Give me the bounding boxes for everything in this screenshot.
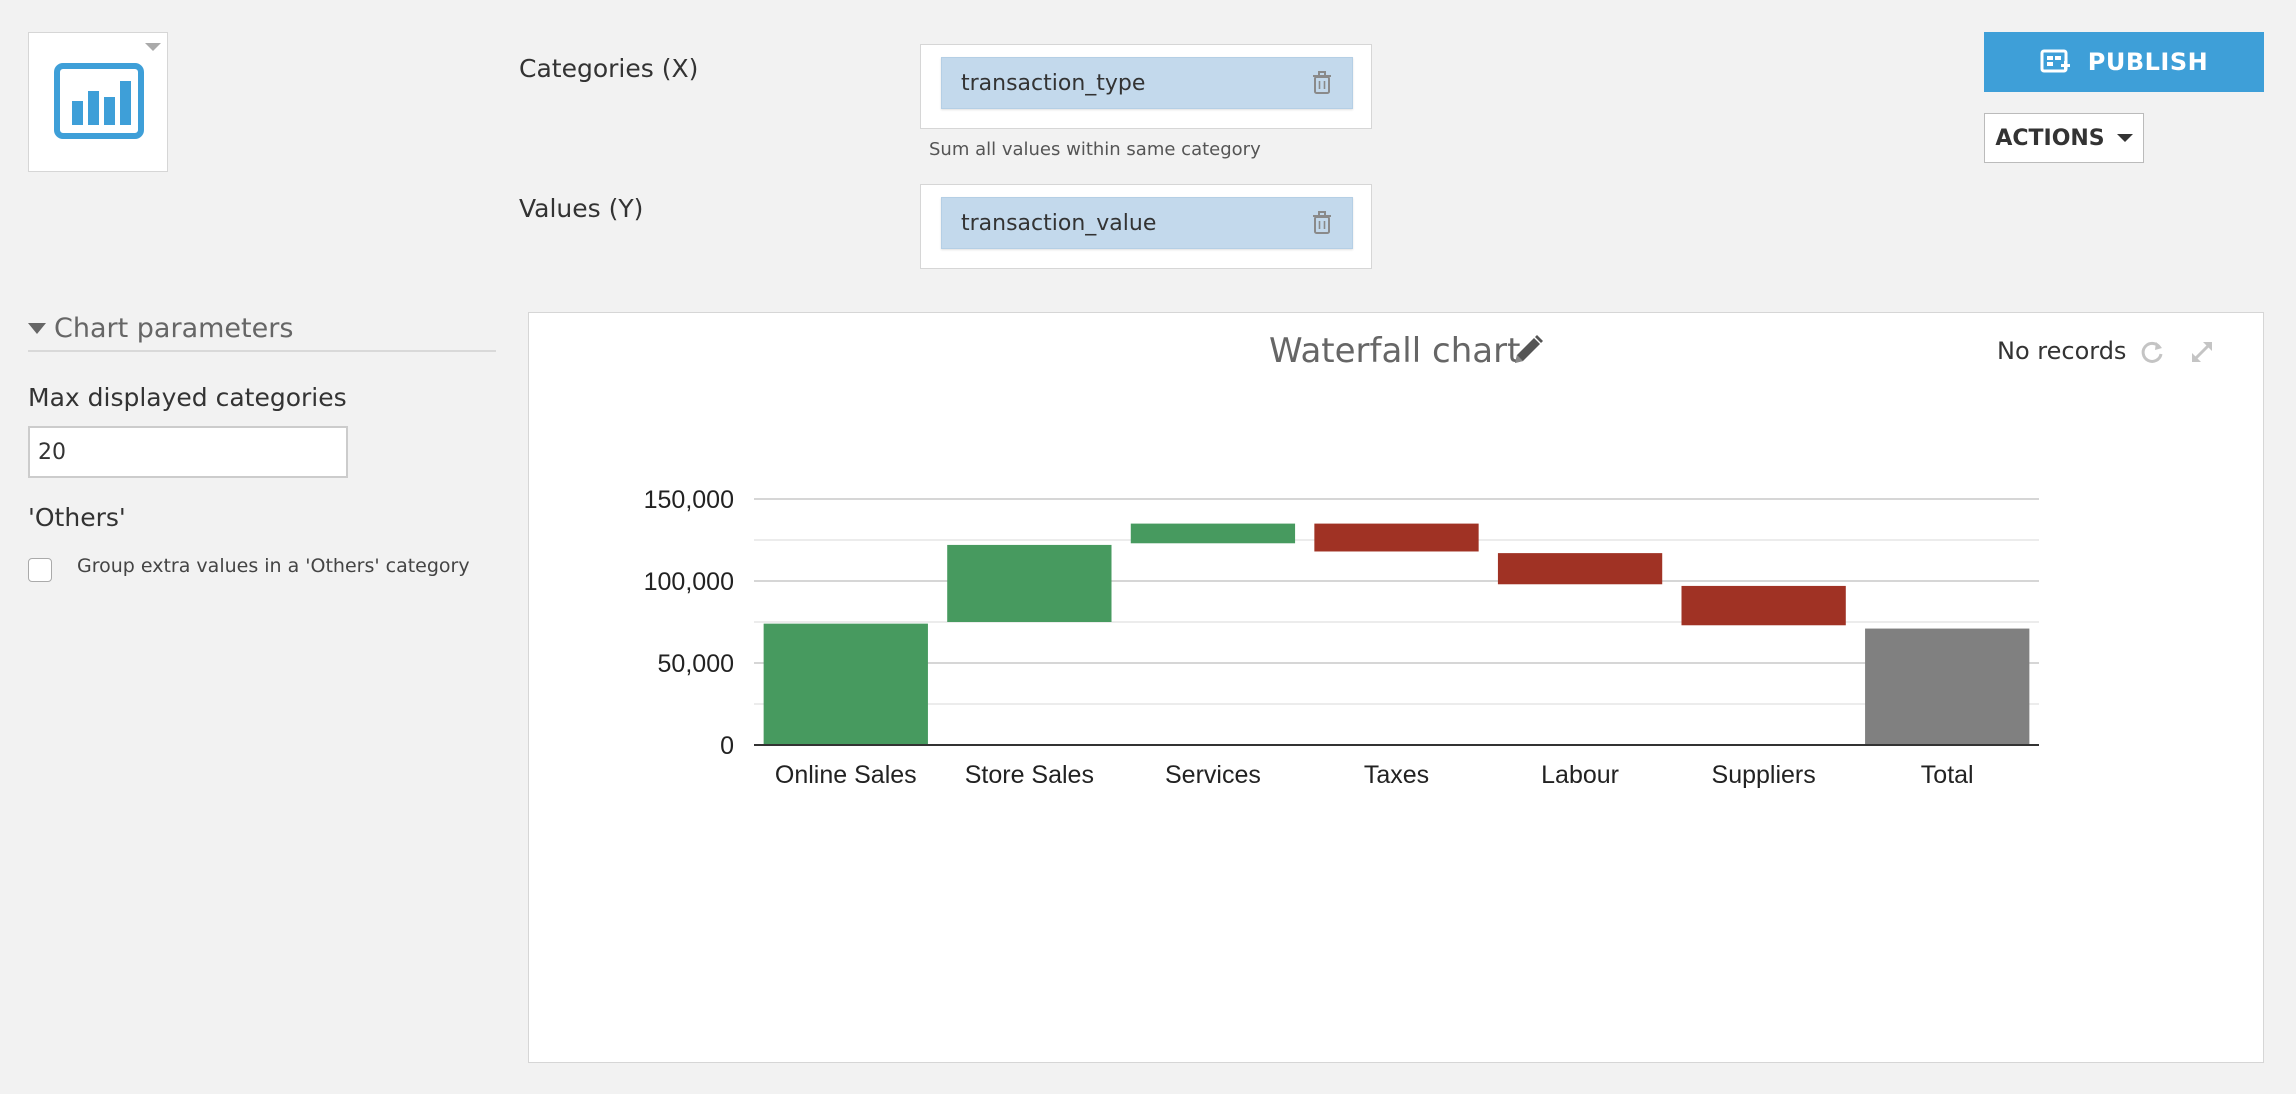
waterfall-bar [763,623,928,745]
refresh-icon[interactable] [2139,339,2165,365]
x-tick-label: Online Sales [775,761,917,789]
y-tick-label: 0 [720,732,734,760]
waterfall-bar [1130,523,1296,544]
waterfall-chart: 0 50,000 100,000 150,000 Online Sales Store S… [644,486,2039,789]
categories-hint: Sum all values within same category [929,139,1261,160]
others-checkbox[interactable] [28,558,52,582]
max-categories-label: Max displayed categories [28,383,347,412]
caret-down-icon [28,323,46,334]
chart-title: Waterfall chart [1269,331,1521,371]
actions-label: ACTIONS [1995,125,2105,151]
pencil-icon[interactable] [1511,333,1545,367]
expand-icon[interactable] [2189,339,2215,365]
waterfall-bar [1681,585,1846,626]
waterfall-bar [1314,523,1479,552]
trash-icon[interactable] [1312,211,1332,235]
waterfall-bar [947,544,1112,622]
others-checkbox-label: Group extra values in a 'Others' categor… [77,555,470,577]
x-tick-label: Suppliers [1712,761,1816,789]
caret-down-icon [2116,134,2133,142]
y-tick-label: 150,000 [644,486,734,514]
chart-type-picker[interactable] [28,32,168,172]
publish-label: PUBLISH [2087,48,2209,76]
max-categories-input[interactable] [28,426,348,478]
x-tick-label: Services [1165,761,1261,789]
waterfall-bar [1497,553,1663,585]
y-tick-label: 50,000 [658,650,734,678]
values-field-pill[interactable]: transaction_value [941,197,1353,249]
chevron-down-icon[interactable] [145,43,161,51]
chart-card: 0 50,000 100,000 150,000 Online Sales Store S… [528,312,2264,1063]
x-tick-label: Total [1921,761,1974,789]
y-tick-label: 100,000 [644,568,734,596]
actions-dropdown[interactable]: ACTIONS [1984,113,2144,163]
x-tick-label: Taxes [1364,761,1429,789]
x-tick-label: Labour [1541,761,1619,789]
section-title: Chart parameters [54,313,294,344]
values-field-name: transaction_value [961,211,1157,236]
waterfall-bar [1865,628,2030,745]
dashboard-add-icon [2040,49,2070,73]
bar-chart-icon [54,63,144,139]
values-drop-zone[interactable]: transaction_value [920,184,1372,269]
categories-field-pill[interactable]: transaction_type [941,57,1353,109]
publish-button[interactable]: PUBLISH [1984,32,2264,92]
categories-drop-zone[interactable]: transaction_type [920,44,1372,129]
chart-parameters-toggle[interactable]: Chart parameters [28,313,496,352]
categories-label: Categories (X) [519,54,699,83]
trash-icon[interactable] [1312,71,1332,95]
others-label: 'Others' [28,503,126,532]
categories-field-name: transaction_type [961,71,1146,96]
values-label: Values (Y) [519,194,644,223]
x-tick-label: Store Sales [965,761,1094,789]
no-records-status: No records [1997,337,2127,365]
